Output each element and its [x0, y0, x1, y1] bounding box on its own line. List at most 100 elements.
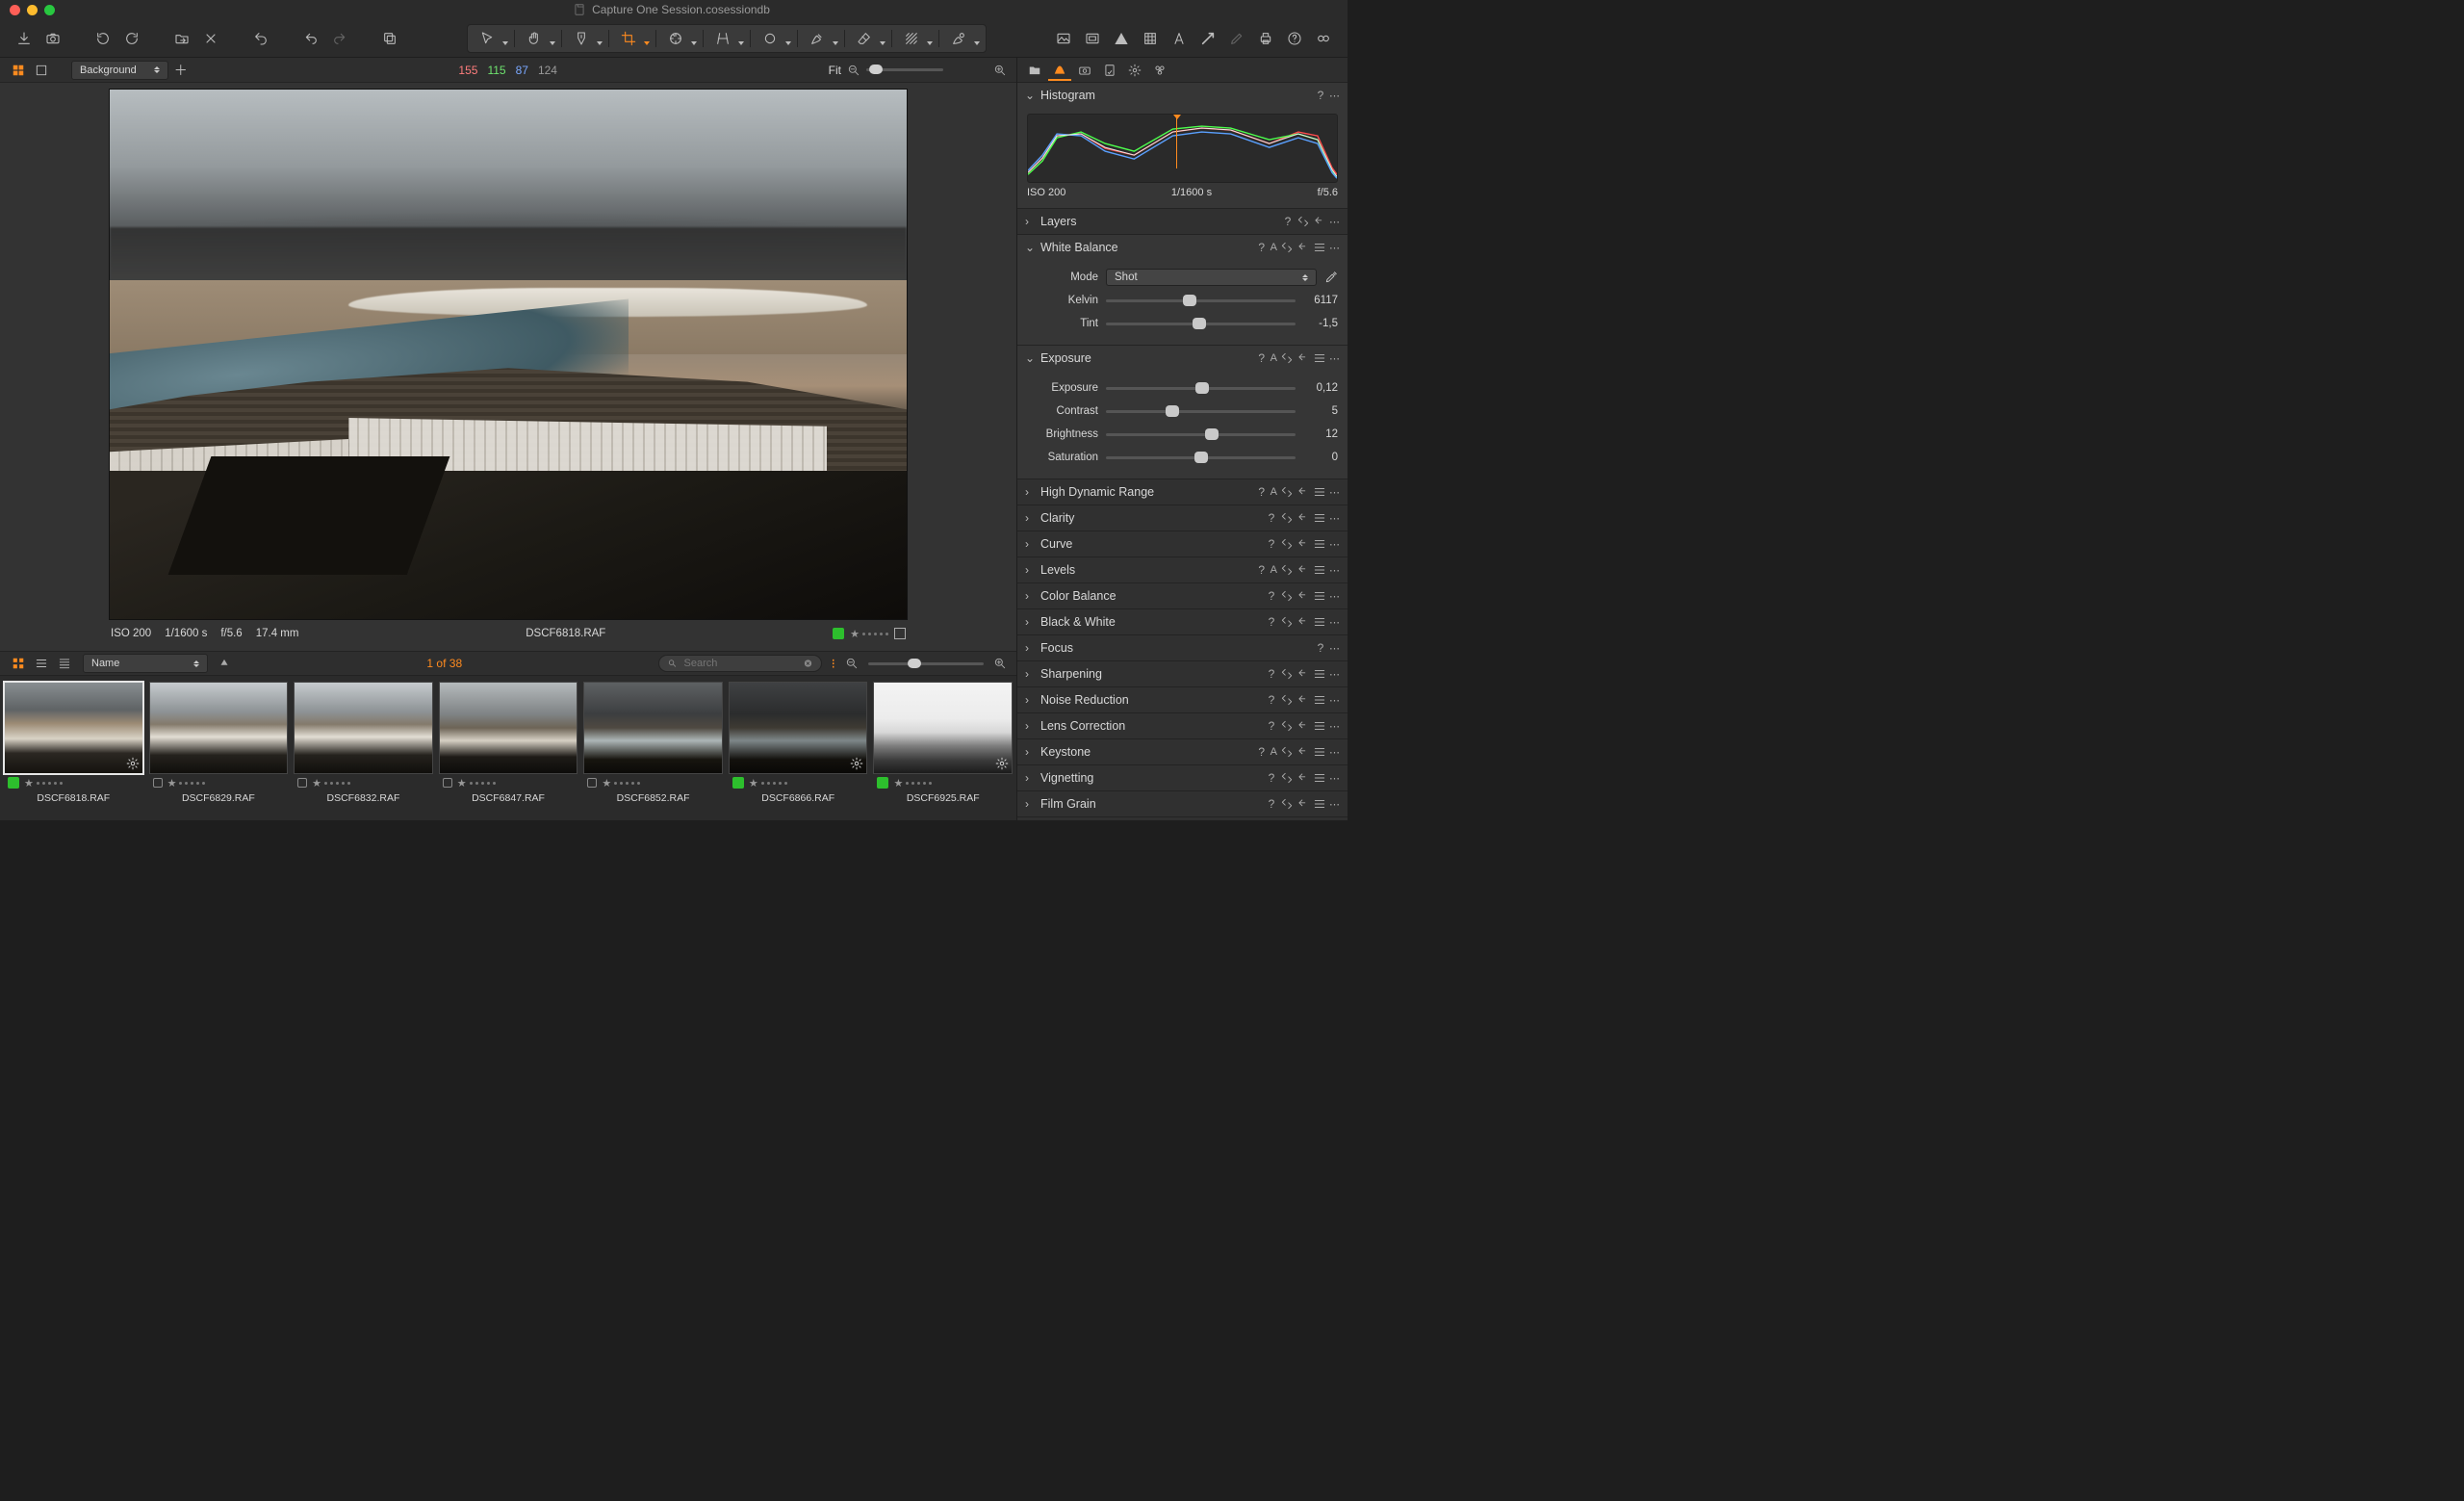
reset-icon[interactable] [1296, 667, 1310, 681]
contrast-slider[interactable] [1106, 410, 1296, 413]
reset-icon[interactable] [1296, 745, 1310, 759]
radial-mask-tool[interactable] [945, 26, 972, 51]
rating-stars[interactable]: ★ [457, 777, 496, 789]
zoom-slider[interactable] [866, 68, 943, 71]
saturation-slider[interactable] [1106, 456, 1296, 459]
help-button[interactable] [1282, 26, 1307, 51]
delete-button[interactable] [198, 26, 223, 51]
pick-checkbox[interactable] [443, 778, 452, 788]
crop-tool[interactable] [615, 26, 642, 51]
annotations-button[interactable] [1167, 26, 1192, 51]
copy-apply-icon[interactable] [1280, 771, 1294, 785]
keystone-tool[interactable] [709, 26, 736, 51]
reset-icon[interactable] [1296, 693, 1310, 707]
menu-icon[interactable]: ⋯ [1329, 642, 1340, 655]
rating-stars[interactable]: ★ [893, 777, 932, 789]
help-icon[interactable]: ? [1266, 693, 1277, 707]
tab-details[interactable] [1098, 60, 1121, 81]
add-layer-button[interactable]: ＋ [174, 61, 188, 80]
copy-apply-icon[interactable] [1280, 589, 1294, 603]
tab-metadata[interactable] [1148, 60, 1171, 81]
highlight-warning-button[interactable] [1109, 26, 1134, 51]
sort-direction-button[interactable] [218, 657, 231, 670]
copy-apply-icon[interactable] [1280, 667, 1294, 681]
copy-apply-icon[interactable] [1280, 693, 1294, 707]
help-icon[interactable]: ? [1266, 719, 1277, 733]
rating-stars[interactable]: ★ [167, 777, 206, 789]
copy-apply-icon[interactable] [1280, 537, 1294, 551]
move-to-folder-button[interactable] [169, 26, 194, 51]
edit-button[interactable] [1224, 26, 1249, 51]
copy-variant-button[interactable] [377, 26, 402, 51]
help-icon[interactable]: ? [1266, 667, 1277, 681]
chevron-down-icon[interactable]: ⌄ [1025, 89, 1035, 102]
grid-button[interactable] [1138, 26, 1163, 51]
kelvin-slider[interactable] [1106, 299, 1296, 302]
rotate-right-button[interactable] [119, 26, 144, 51]
rotate-left-button[interactable] [90, 26, 116, 51]
presets-icon[interactable] [1313, 537, 1326, 551]
print-button[interactable] [1253, 26, 1278, 51]
rating-stars[interactable]: ★ [749, 777, 787, 789]
help-icon[interactable]: ? [1266, 615, 1277, 629]
window-minimize-button[interactable] [27, 5, 38, 15]
zoom-out-icon[interactable] [847, 64, 860, 77]
menu-icon[interactable]: ⋯ [1329, 538, 1340, 551]
help-icon[interactable]: ? [1266, 537, 1277, 551]
thumb-zoom-out-icon[interactable] [845, 657, 859, 670]
tab-lens[interactable] [1073, 60, 1096, 81]
search-input[interactable] [682, 657, 798, 670]
menu-icon[interactable]: ⋯ [1329, 746, 1340, 759]
copy-apply-icon[interactable] [1280, 719, 1294, 733]
loupe-tool[interactable] [568, 26, 595, 51]
thumbnail[interactable]: ★DSCF6925.RAF [873, 682, 1013, 820]
presets-icon[interactable] [1313, 667, 1326, 681]
reset-icon[interactable] [1296, 771, 1310, 785]
tab-library[interactable] [1023, 60, 1046, 81]
gear-icon[interactable] [995, 757, 1009, 770]
metadata-icon[interactable] [894, 628, 906, 639]
reset-icon[interactable] [1313, 215, 1326, 228]
presets-icon[interactable] [1313, 563, 1326, 577]
rating-stars[interactable]: ★ [850, 628, 888, 640]
thumbnail[interactable]: ★DSCF6818.RAF [4, 682, 143, 820]
wb-mode-dropdown[interactable]: Shot [1106, 269, 1317, 286]
auto-icon[interactable]: A [1270, 746, 1277, 758]
capture-button[interactable] [40, 26, 65, 51]
thumbnail[interactable]: ★DSCF6866.RAF [729, 682, 868, 820]
filmstrip-view[interactable] [56, 655, 73, 672]
menu-icon[interactable]: ⋯ [1329, 668, 1340, 681]
reset-icon[interactable] [1296, 797, 1310, 811]
menu-icon[interactable]: ⋯ [1329, 90, 1340, 102]
thumb-grid-view[interactable] [10, 655, 27, 672]
help-icon[interactable]: ? [1256, 563, 1268, 577]
presets-icon[interactable] [1313, 693, 1326, 707]
menu-icon[interactable]: ⋯ [1329, 590, 1340, 603]
copy-apply-icon[interactable] [1280, 745, 1294, 759]
spot-tool[interactable] [757, 26, 783, 51]
menu-icon[interactable]: ⋯ [1329, 564, 1340, 577]
color-tag[interactable] [833, 628, 844, 639]
presets-icon[interactable] [1313, 719, 1326, 733]
thumbnail[interactable]: ★DSCF6832.RAF [294, 682, 433, 820]
histogram-graph[interactable] [1027, 114, 1338, 183]
reset-button[interactable] [298, 26, 323, 51]
window-close-button[interactable] [10, 5, 20, 15]
list-view[interactable] [33, 655, 50, 672]
presets-icon[interactable] [1313, 615, 1326, 629]
color-tag[interactable] [8, 777, 19, 789]
menu-icon[interactable]: ⋯ [1329, 772, 1340, 785]
multi-view-icon[interactable] [10, 62, 27, 79]
layer-dropdown[interactable]: Background [71, 61, 168, 80]
zoom-in-icon[interactable] [993, 64, 1007, 77]
menu-icon[interactable]: ⋯ [1329, 720, 1340, 733]
copy-apply-icon[interactable] [1280, 615, 1294, 629]
help-icon[interactable]: ? [1266, 797, 1277, 811]
menu-icon[interactable]: ⋯ [1329, 216, 1340, 228]
reset-icon[interactable] [1296, 563, 1310, 577]
reset-icon[interactable] [1296, 511, 1310, 525]
erase-mask-tool[interactable] [851, 26, 878, 51]
tab-exposure[interactable] [1048, 60, 1071, 81]
pick-checkbox[interactable] [297, 778, 307, 788]
import-button[interactable] [12, 26, 37, 51]
